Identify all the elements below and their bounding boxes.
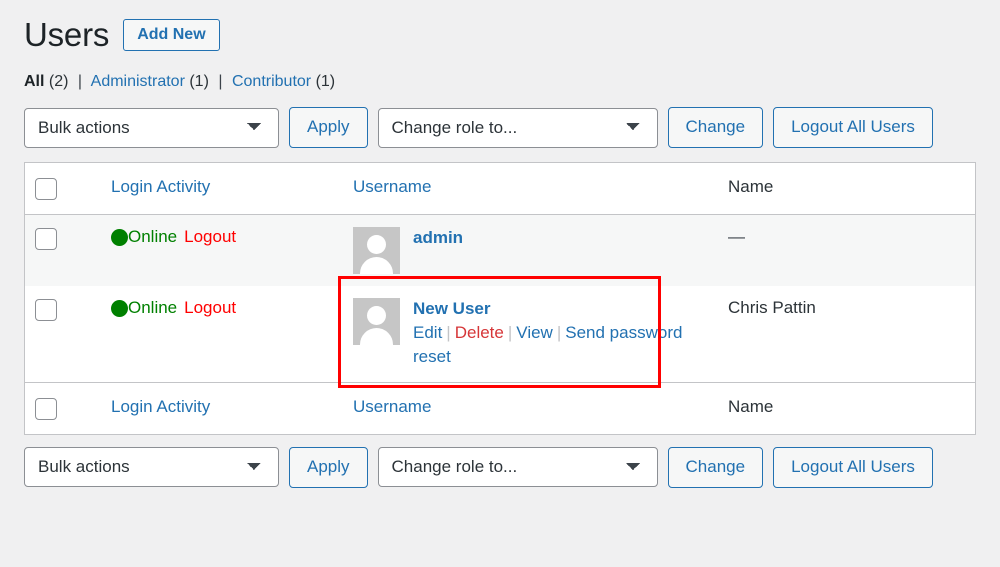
login-activity-status: Online Logout [111, 227, 333, 247]
username-link-admin[interactable]: admin [413, 228, 463, 247]
filter-separator-2: | [218, 73, 223, 90]
change-role-select-top[interactable]: Change role to... [377, 107, 658, 148]
users-table-head: Login Activity Username Name [24, 162, 976, 216]
change-role-select-bottom[interactable]: Change role to... [377, 447, 658, 488]
page-header: Users Add New [24, 12, 976, 58]
change-role-button-top[interactable]: Change [667, 107, 764, 149]
apply-button-bottom[interactable]: Apply [289, 446, 368, 488]
avatar-body-shape [360, 328, 393, 346]
name-cell: Chris Pattin [718, 286, 976, 383]
select-all-checkbox-top[interactable] [35, 178, 57, 201]
login-activity-status: Online Logout [111, 298, 333, 318]
column-header-login-activity[interactable]: Login Activity [101, 162, 343, 216]
filter-contributor-count: (1) [315, 73, 336, 90]
filter-contributor-link[interactable]: Contributor [232, 73, 311, 90]
logout-all-users-button-bottom[interactable]: Logout All Users [773, 446, 933, 488]
add-new-button[interactable]: Add New [123, 18, 220, 52]
avatar [353, 227, 400, 275]
users-table: Login Activity Username Name Online Logo… [24, 162, 976, 435]
column-header-login-activity-link[interactable]: Login Activity [111, 177, 210, 196]
apply-button-top[interactable]: Apply [289, 107, 368, 149]
logout-link-admin[interactable]: Logout [184, 227, 236, 247]
row-checkbox-new-user[interactable] [35, 299, 57, 322]
login-activity-cell: Online Logout [101, 286, 343, 383]
row-action-delete[interactable]: Delete [455, 323, 504, 342]
table-footer-row: Login Activity Username Name [24, 381, 976, 435]
online-status-label: Online [128, 227, 178, 247]
table-row[interactable]: Online Logout admin — [24, 214, 976, 287]
online-status-icon [111, 300, 128, 318]
table-header-row: Login Activity Username Name [24, 162, 976, 216]
filter-all-label[interactable]: All [24, 73, 44, 90]
toolbar-bottom: Bulk actions Apply Change role to... Cha… [24, 446, 976, 488]
online-status-label: Online [128, 298, 178, 318]
login-activity-cell: Online Logout [101, 214, 343, 287]
name-value-new-user: Chris Pattin [728, 298, 816, 318]
username-cell: admin [343, 214, 718, 287]
row-action-separator-2: | [507, 322, 513, 342]
row-action-edit[interactable]: Edit [413, 323, 442, 342]
row-select-cell [24, 286, 101, 383]
select-all-footer [24, 381, 101, 435]
column-footer-username[interactable]: Username [343, 381, 718, 435]
filter-administrator-count: (1) [189, 73, 209, 90]
row-checkbox-admin[interactable] [35, 228, 57, 251]
role-filter-links: All (2) | Administrator (1) | Contributo… [24, 71, 976, 93]
name-cell: — [718, 214, 976, 287]
column-footer-name: Name [718, 381, 976, 435]
bulk-actions-select-bottom[interactable]: Bulk actions [24, 447, 279, 488]
users-table-foot: Login Activity Username Name [24, 381, 976, 435]
select-all-header [24, 162, 101, 216]
column-header-username[interactable]: Username [343, 162, 718, 216]
logout-all-users-button-top[interactable]: Logout All Users [773, 107, 933, 149]
avatar [353, 298, 400, 346]
filter-separator-1: | [77, 73, 83, 90]
column-header-username-link[interactable]: Username [353, 177, 431, 196]
name-value-admin: — [728, 227, 745, 247]
row-action-separator-3: | [556, 322, 562, 342]
filter-all-count: (2) [48, 73, 69, 90]
online-status-icon [111, 229, 128, 247]
users-page: Users Add New All (2) | Administrator (1… [0, 0, 1000, 488]
avatar-head-shape [367, 306, 386, 326]
table-row[interactable]: Online Logout New User Edit | Delete | View |… [24, 276, 976, 389]
logout-link-new-user[interactable]: Logout [184, 298, 236, 318]
column-footer-login-activity-link[interactable]: Login Activity [111, 397, 210, 416]
avatar-body-shape [360, 257, 393, 275]
select-all-checkbox-bottom[interactable] [35, 397, 57, 420]
avatar-head-shape [367, 235, 386, 255]
filter-administrator-link[interactable]: Administrator [91, 73, 185, 90]
column-footer-login-activity[interactable]: Login Activity [101, 381, 343, 435]
username-link-new-user[interactable]: New User [413, 299, 490, 318]
column-footer-username-link[interactable]: Username [353, 397, 431, 416]
page-title: Users [24, 16, 110, 54]
row-select-cell [24, 214, 101, 287]
users-table-body: Online Logout admin — Online Logout New … [24, 214, 976, 389]
toolbar-top: Bulk actions Apply Change role to... Cha… [24, 107, 976, 149]
column-header-name: Name [718, 162, 976, 216]
row-action-view[interactable]: View [516, 323, 553, 342]
username-cell: New User Edit | Delete | View | Send password … [338, 276, 718, 389]
row-action-separator-1: | [446, 322, 451, 342]
bulk-actions-select-top[interactable]: Bulk actions [24, 107, 279, 148]
change-role-button-bottom[interactable]: Change [667, 446, 764, 488]
row-actions: Edit | Delete | View | Send password reset [353, 321, 708, 370]
